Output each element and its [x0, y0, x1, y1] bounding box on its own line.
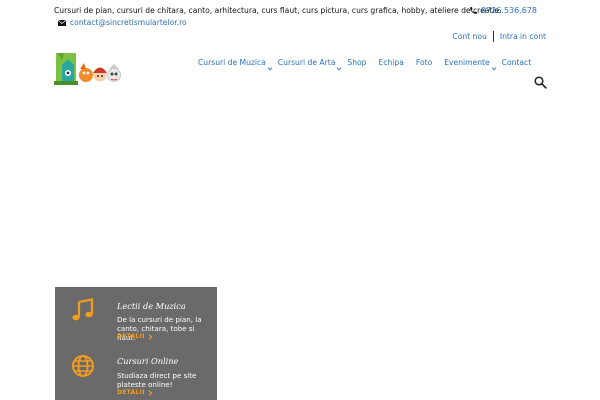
nav-item-label: Shop [347, 58, 367, 67]
nav-item-evenimente[interactable]: Evenimente [438, 57, 496, 71]
account-divider [492, 31, 494, 42]
feature-title: Lectii de Muzica [117, 301, 186, 311]
feature-details-link[interactable]: DETALII [117, 333, 153, 340]
nav-item-label: Foto [415, 58, 433, 67]
search-icon [534, 76, 547, 89]
nav-item-cursuri-arta[interactable]: Cursuri de Arta [272, 57, 342, 71]
details-label: DETALII [117, 333, 145, 340]
feature-description: Studiaza direct pe site plateste online! [117, 371, 197, 389]
nav-item-shop[interactable]: Shop [341, 57, 372, 71]
details-label: DETALII [117, 389, 145, 396]
nav-item-label: Contact [501, 58, 532, 67]
chevron-right-icon [148, 333, 153, 340]
phone-icon [469, 6, 478, 15]
email-link[interactable]: contact@sincretismulartelor.ro [58, 17, 187, 28]
nav-item-label: Cursuri de Muzica [198, 58, 266, 67]
new-account-link[interactable]: Cont nou [452, 31, 486, 42]
account-links: Cont nou Intra in cont [452, 31, 546, 42]
nav-item-foto[interactable]: Foto [410, 57, 438, 71]
nav-item-label: Cursuri de Arta [277, 58, 336, 67]
phone-link[interactable]: 0726.536.678 [469, 5, 537, 16]
nav-item-label: Evenimente [444, 58, 490, 67]
nav-item-echipa[interactable]: Echipa [372, 57, 409, 71]
globe-icon [72, 355, 94, 377]
feature-title: Cursuri Online [117, 356, 179, 366]
search-button[interactable] [534, 74, 547, 89]
main-nav: Cursuri de Muzica Cursuri de Arta Shop E… [192, 57, 537, 71]
chevron-right-icon [148, 389, 153, 396]
site-tagline: Cursuri de pian, cursuri de chitara, can… [54, 6, 502, 15]
nav-item-label: Echipa [378, 58, 404, 67]
feature-details-link[interactable]: DETALII [117, 389, 153, 396]
envelope-icon [58, 19, 66, 26]
phone-number: 0726.536.678 [481, 6, 537, 15]
features-panel: Lectii de Muzica De la cursuri de pian, … [55, 287, 217, 400]
nav-item-cursuri-muzica[interactable]: Cursuri de Muzica [192, 57, 273, 71]
site-logo[interactable] [54, 51, 130, 87]
nav-item-contact[interactable]: Contact [496, 57, 538, 71]
login-link[interactable]: Intra in cont [500, 31, 546, 42]
music-note-icon [72, 298, 94, 321]
email-address: contact@sincretismulartelor.ro [70, 18, 187, 27]
